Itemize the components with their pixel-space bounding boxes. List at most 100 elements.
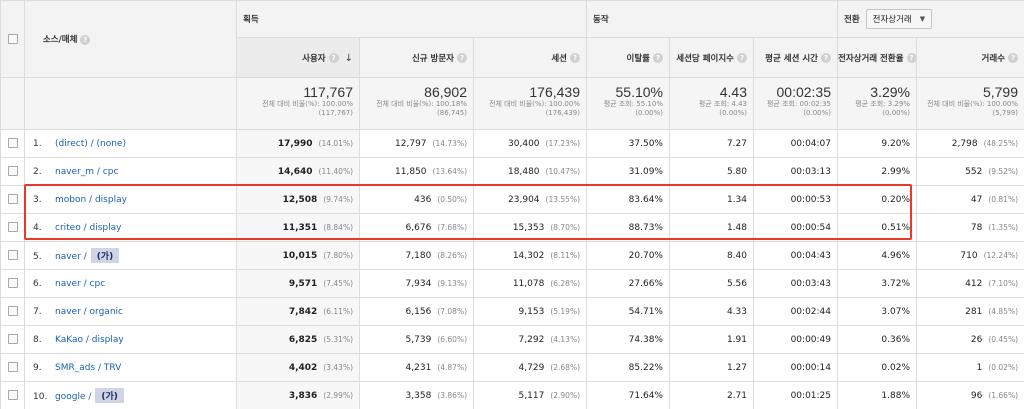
table-row[interactable]: 9. SMR_ads / TRV 4,402 (3.43%) 4,231 (4.87%) 4…	[0, 353, 1024, 382]
source-medium-link[interactable]: naver /	[55, 252, 87, 262]
table-row[interactable]: 3. mobon / display 12,508 (9.74%) 436 (0.50%)…	[0, 185, 1024, 214]
users-value: 3,836	[288, 390, 318, 401]
bounce-rate-cell: 83.64%	[586, 185, 670, 214]
help-icon[interactable]: ?	[328, 53, 339, 63]
sessions-column-header[interactable]: 세션?	[473, 37, 587, 78]
source-medium-link[interactable]: mobon / display	[55, 195, 127, 205]
row-checkbox[interactable]	[7, 278, 18, 289]
new-users-column-header[interactable]: 신규 방문자?	[359, 37, 474, 78]
source-medium-cell: 4. criteo / display	[24, 213, 237, 242]
sessions-cell: 7,292 (4.13%)	[473, 325, 587, 354]
row-checkbox[interactable]	[7, 194, 18, 205]
source-medium-link[interactable]: (direct) / (none)	[55, 139, 126, 149]
table-row[interactable]: 2. naver_m / cpc 14,640 (11.40%) 11,850 (13.6…	[0, 157, 1024, 186]
row-checkbox[interactable]	[7, 334, 18, 345]
source-medium-cell: 2. naver_m / cpc	[24, 157, 237, 186]
ecommerce-conversion-rate-cell: 0.51%	[837, 213, 917, 242]
total-avg-session-duration: 00:02:35 평균 조회: 00:02:35 (0.00%)	[753, 77, 838, 130]
source-medium-label: 소스/매체	[43, 35, 78, 45]
table-row[interactable]: 1. (direct) / (none) 17,990 (14.01%) 12,797 (…	[0, 129, 1024, 158]
sessions-cell: 11,078 (6.28%)	[473, 269, 587, 298]
help-icon[interactable]: ?	[570, 53, 580, 63]
users-percent: (8.84%)	[323, 222, 353, 232]
avg-session-duration-column-header[interactable]: 평균 세션 시간?	[753, 37, 838, 78]
source-medium-link[interactable]: KaKao / display	[55, 335, 124, 345]
new-users-percent: (8.26%)	[437, 250, 467, 260]
avg-session-duration-cell: 00:00:49	[753, 325, 838, 354]
table-row[interactable]: 4. criteo / display 11,351 (8.84%) 6,676 (7.6…	[0, 213, 1024, 242]
row-checkbox[interactable]	[7, 138, 18, 149]
table-row[interactable]: 7. naver / organic 7,842 (6.11%) 6,156 (7.08%…	[0, 297, 1024, 326]
transactions-cell: 78 (1.35%)	[915, 213, 1024, 242]
pages-per-session-column-header[interactable]: 세션당 페이지수?	[669, 37, 754, 78]
help-icon[interactable]: ?	[80, 34, 91, 45]
transactions-column-header[interactable]: 거래수?	[915, 37, 1024, 78]
new-users-value: 11,850	[395, 166, 427, 177]
users-value: 12,508	[282, 194, 318, 205]
users-column-header[interactable]: 사용자? ↓	[236, 37, 360, 78]
source-medium-link[interactable]: naver / cpc	[55, 279, 105, 289]
row-checkbox[interactable]	[7, 250, 18, 261]
sessions-value: 11,078	[512, 278, 545, 289]
source-medium-link[interactable]: google /	[55, 392, 91, 402]
transactions-value: 96	[970, 390, 983, 401]
source-medium-link[interactable]: SMR_ads / TRV	[55, 363, 121, 373]
avg-session-duration-cell: 00:03:43	[753, 269, 838, 298]
row-checkbox[interactable]	[7, 306, 18, 317]
users-percent: (2.99%)	[323, 390, 353, 400]
row-checkbox[interactable]	[7, 390, 18, 401]
row-checkbox[interactable]	[7, 222, 18, 233]
table-row[interactable]: 6. naver / cpc 9,571 (7.45%) 7,934 (9.13%) 11,…	[0, 269, 1024, 298]
transactions-percent: (9.52%)	[988, 166, 1019, 176]
row-checkbox-cell	[0, 353, 25, 382]
new-users-cell: 7,180 (8.26%)	[359, 241, 474, 270]
table-row[interactable]: 10. google / (가) 3,836 (2.99%) 3,358 (3.86%) 5,…	[0, 381, 1024, 409]
help-icon[interactable]: ?	[457, 53, 467, 63]
redacted-tag: (가)	[95, 388, 124, 403]
help-icon[interactable]: ?	[653, 53, 663, 63]
ecommerce-conversion-rate-column-header[interactable]: 전자상거래 전환율?	[837, 37, 917, 78]
avg-session-duration-cell: 00:00:54	[753, 213, 838, 242]
row-checkbox[interactable]	[7, 362, 18, 373]
row-checkbox[interactable]	[7, 166, 18, 177]
help-icon[interactable]: ?	[821, 53, 831, 63]
users-percent: (7.45%)	[323, 278, 353, 288]
avg-session-duration-cell: 00:04:07	[753, 129, 838, 158]
avg-session-duration-header-label: 평균 세션 시간	[765, 53, 818, 64]
source-medium-link[interactable]: naver / organic	[55, 307, 123, 317]
row-checkbox-cell	[0, 325, 25, 354]
pages-per-session-cell: 7.27	[669, 129, 754, 158]
new-users-value: 436	[414, 194, 432, 205]
conversion-type-dropdown[interactable]: 전자상거래 ▼	[865, 9, 933, 29]
total-transactions-value: 5,799	[982, 84, 1019, 100]
avg-session-duration-cell: 00:03:13	[753, 157, 838, 186]
total-transactions: 5,799 전체 대비 비율(%): 100.00% (5,799)	[915, 77, 1024, 130]
bounce-rate-column-header[interactable]: 이탈률?	[586, 37, 670, 78]
table-row[interactable]: 8. KaKao / display 6,825 (5.31%) 5,739 (6.60%…	[0, 325, 1024, 354]
table-row[interactable]: 5. naver / (가) 10,015 (7.80%) 7,180 (8.26%) 14,…	[0, 241, 1024, 270]
new-users-percent: (13.64%)	[432, 166, 467, 176]
help-icon[interactable]: ?	[1008, 53, 1019, 63]
avg-session-duration-cell: 00:00:14	[753, 353, 838, 382]
new-users-cell: 4,231 (4.87%)	[359, 353, 474, 382]
sort-descending-icon[interactable]: ↓	[345, 53, 353, 64]
row-number: 6.	[33, 278, 42, 289]
source-medium-link[interactable]: criteo / display	[55, 223, 121, 233]
total-users-value: 117,767	[303, 84, 353, 100]
select-all-checkbox[interactable]	[7, 33, 18, 44]
source-medium-header[interactable]: 소스/매체?	[24, 0, 237, 78]
users-cell: 10,015 (7.80%)	[236, 241, 360, 270]
new-users-value: 7,934	[405, 278, 432, 289]
source-medium-link[interactable]: naver_m / cpc	[55, 167, 118, 177]
bounce-rate-cell: 88.73%	[586, 213, 670, 242]
total-users-note: 전체 대비 비율(%): 100.00% (117,767)	[262, 100, 353, 117]
sessions-percent: (17.23%)	[545, 138, 580, 148]
chevron-down-icon: ▼	[919, 15, 926, 23]
sessions-percent: (2.90%)	[550, 390, 580, 400]
total-transactions-note: 전체 대비 비율(%): 100.00% (5,799)	[927, 100, 1019, 117]
new-users-percent: (0.50%)	[437, 194, 467, 204]
help-icon[interactable]: ?	[737, 53, 747, 63]
help-icon[interactable]: ?	[906, 53, 916, 63]
row-number: 10.	[33, 392, 48, 402]
total-avg-session-duration-note: 평균 조회: 00:02:35 (0.00%)	[766, 100, 831, 117]
